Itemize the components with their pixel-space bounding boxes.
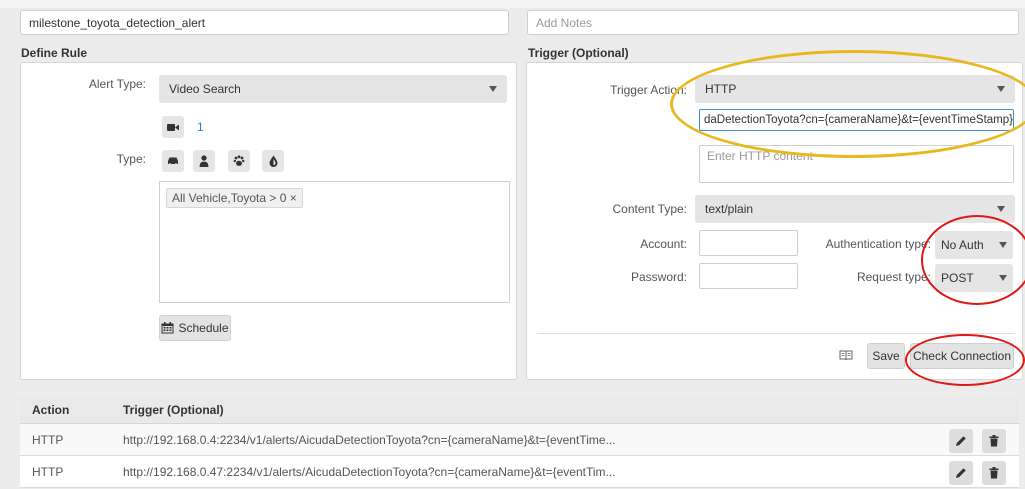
chevron-down-icon [997,86,1005,92]
tag-box[interactable]: All Vehicle,Toyota > 0 × [159,181,510,303]
notes-placeholder: Add Notes [536,15,593,30]
http-content-placeholder: Enter HTTP content [707,149,813,163]
auth-type-select[interactable]: No Auth [935,231,1013,259]
save-button[interactable]: Save [867,343,905,369]
trigger-panel: Trigger Action: HTTP daDetectionToyota?c… [526,62,1023,380]
account-input[interactable] [699,230,798,256]
chevron-down-icon [999,242,1007,248]
account-label: Account: [640,237,687,251]
schedule-button[interactable]: Schedule [159,315,231,341]
alert-type-select[interactable]: Video Search [159,75,507,103]
content-type-value: text/plain [705,202,754,216]
trigger-action-label: Trigger Action: [610,83,687,97]
content-type-select[interactable]: text/plain [695,195,1015,223]
auth-type-value: No Auth [941,238,984,252]
edit-icon[interactable] [949,461,973,485]
delete-icon[interactable] [982,461,1006,485]
row-trigger: http://192.168.0.4:2234/v1/alerts/Aicuda… [123,432,616,447]
top-strip [0,0,1025,8]
check-connection-label: Check Connection [912,349,1012,363]
password-input[interactable] [699,263,798,289]
trigger-title: Trigger (Optional) [528,46,629,60]
trigger-action-value: HTTP [705,82,737,96]
camera-count[interactable]: 1 [197,120,204,134]
request-type-select[interactable]: POST [935,264,1013,292]
http-url-input[interactable]: daDetectionToyota?cn={cameraName}&t={eve… [699,109,1014,131]
tag-chip[interactable]: All Vehicle,Toyota > 0 × [166,188,303,208]
rule-name-value: milestone_toyota_detection_alert [29,15,206,30]
content-type-label: Content Type: [612,202,688,216]
alert-type-label: Alert Type: [88,77,146,91]
column-header-action: Action [32,403,70,417]
alert-type-value: Video Search [169,82,241,96]
row-action: HTTP [32,464,64,479]
book-icon[interactable] [839,349,853,361]
person-icon[interactable] [193,150,215,172]
auth-type-label: Authentication type: [825,237,931,251]
request-type-label: Request type: [856,270,931,284]
define-rule-panel: Alert Type: Video Search 1 Type: All Veh… [20,62,517,380]
define-rule-title: Define Rule [21,46,88,60]
http-url-value: daDetectionToyota?cn={cameraName}&t={eve… [704,114,1013,126]
table-row[interactable]: HTTP http://192.168.0.47:2234/v1/alerts/… [20,456,1019,488]
chevron-down-icon [489,86,497,92]
http-content-input[interactable]: Enter HTTP content [699,145,1014,183]
table-header: Action Trigger (Optional) [20,397,1019,424]
save-label: Save [872,349,900,363]
paw-icon[interactable] [228,150,250,172]
chevron-down-icon [999,275,1007,281]
column-header-trigger: Trigger (Optional) [123,403,224,417]
schedule-label: Schedule [178,321,229,335]
chevron-down-icon [997,206,1005,212]
divider [537,333,1015,334]
car-icon[interactable] [162,150,184,172]
check-connection-button[interactable]: Check Connection [910,343,1014,369]
camera-icon[interactable] [162,116,184,138]
row-trigger: http://192.168.0.47:2234/v1/alerts/Aicud… [123,464,616,479]
edit-icon[interactable] [949,429,973,453]
delete-icon[interactable] [982,429,1006,453]
table-row[interactable]: HTTP http://192.168.0.4:2234/v1/alerts/A… [20,424,1019,456]
notes-input[interactable]: Add Notes [527,10,1019,35]
calendar-icon [161,322,174,334]
trigger-action-select[interactable]: HTTP [695,75,1015,103]
drop-icon[interactable] [262,150,284,172]
rule-name-input[interactable]: milestone_toyota_detection_alert [20,10,509,35]
row-action: HTTP [32,432,64,447]
password-label: Password: [630,270,687,284]
type-label: Type: [116,152,146,166]
request-type-value: POST [941,271,974,285]
